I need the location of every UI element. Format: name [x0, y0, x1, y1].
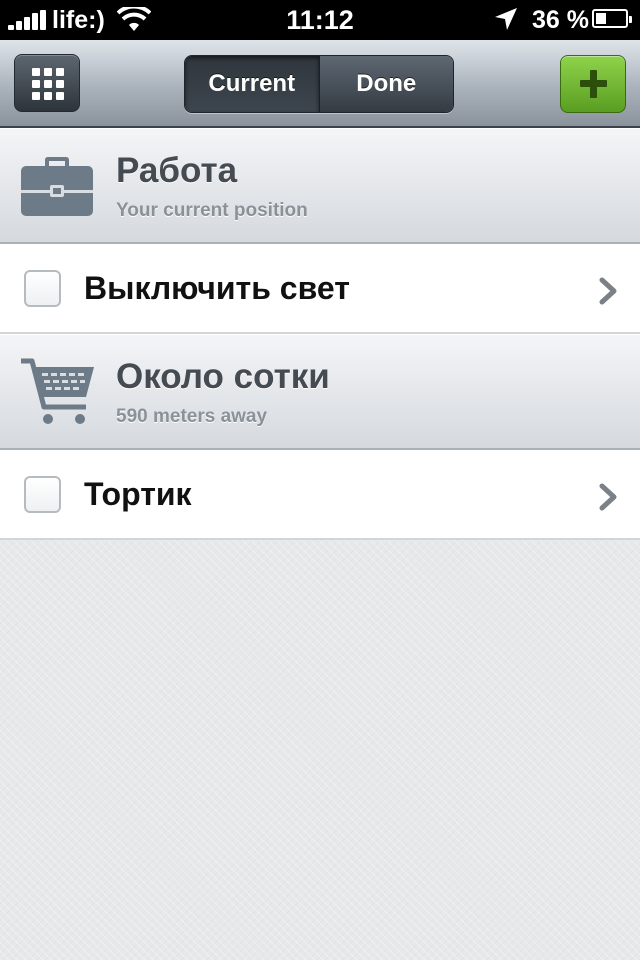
battery-icon	[592, 9, 632, 28]
group-header-location[interactable]: Около сотки 590 meters away	[0, 334, 640, 450]
task-label: Выключить свет	[84, 270, 350, 306]
task-label: Тортик	[84, 476, 192, 512]
task-row[interactable]: Выключить свет	[0, 244, 640, 334]
menu-button[interactable]	[14, 54, 80, 112]
tab-current[interactable]: Current	[185, 56, 319, 112]
task-checkbox[interactable]	[24, 270, 61, 307]
chevron-right-icon	[599, 277, 617, 305]
add-button[interactable]	[560, 55, 626, 113]
group-subtitle: Your current position	[116, 200, 308, 221]
battery-level	[596, 13, 606, 24]
group-header-work[interactable]: Работа Your current position	[0, 128, 640, 244]
task-checkbox[interactable]	[24, 476, 61, 513]
shopping-cart-icon	[21, 358, 94, 424]
empty-list-area	[0, 540, 640, 960]
location-arrow-icon	[495, 8, 517, 30]
chevron-right-icon	[599, 483, 617, 511]
battery-percent: 36 %	[532, 6, 589, 34]
group-subtitle: 590 meters away	[116, 406, 268, 427]
group-title: Работа	[116, 151, 238, 190]
briefcase-icon	[21, 157, 93, 216]
nav-bar: Current Done	[0, 40, 640, 128]
segmented-control: Current Done	[184, 55, 454, 113]
grid-icon	[32, 68, 64, 100]
task-row[interactable]: Тортик	[0, 450, 640, 540]
tab-done[interactable]: Done	[319, 56, 453, 112]
status-bar: life:) 11:12 36 %	[0, 0, 640, 40]
group-title: Около сотки	[116, 357, 330, 396]
